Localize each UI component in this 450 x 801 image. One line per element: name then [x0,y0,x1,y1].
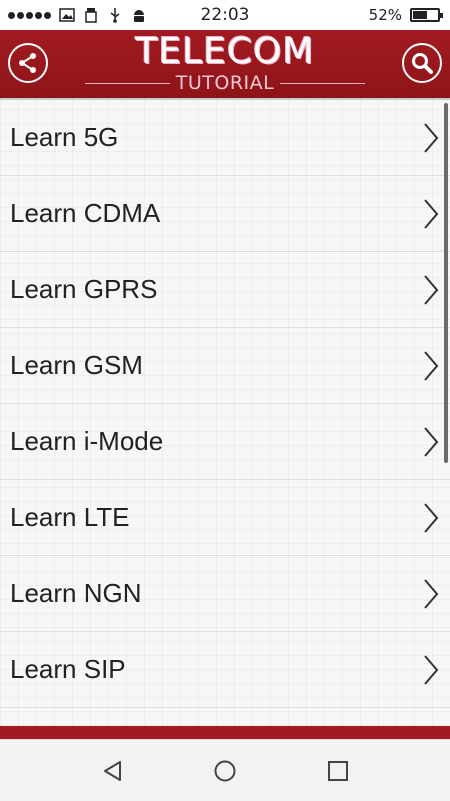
list-scrollbar[interactable] [444,103,448,463]
system-nav-bar [0,739,450,801]
back-icon [104,761,121,781]
list-item-gprs[interactable]: Learn GPRS [0,252,450,328]
list-item-gsm[interactable]: Learn GSM [0,328,450,404]
list-item-label: Learn SIP [10,654,126,684]
footer-band [0,726,450,739]
battery-percent: 52% [368,6,402,24]
share-button[interactable] [8,43,48,83]
list-item-sip[interactable]: Learn SIP [0,632,450,708]
list-item-label: Learn NGN [10,578,142,608]
list-item-label: Learn GPRS [10,274,158,304]
chevron-right-icon [424,579,439,609]
list-item-i-mode[interactable]: Learn i-Mode [0,404,450,480]
list-item-lte[interactable]: Learn LTE [0,480,450,556]
home-icon [214,760,236,782]
list-item-label: Learn CDMA [10,198,161,228]
app-header: TELECOM TUTORIAL [0,30,450,100]
home-button[interactable] [212,758,238,784]
logo-subtitle: TUTORIAL [175,72,275,94]
list-item-label: Learn i-Mode [10,426,164,456]
app-logo: TELECOM TUTORIAL [75,30,375,98]
logo-divider-right [280,83,365,84]
logo-subtitle-row: TUTORIAL [75,72,375,94]
recent-apps-button[interactable] [325,758,351,784]
battery-fill [413,11,427,19]
list-item-cdma[interactable]: Learn CDMA [0,176,450,252]
list-item-label: Learn GSM [10,350,143,380]
back-button[interactable] [100,758,126,784]
list-item-ngn[interactable]: Learn NGN [0,556,450,632]
recent-apps-icon [328,761,348,781]
search-button[interactable] [402,43,442,83]
chevron-right-icon [424,123,439,153]
chevron-right-icon [424,351,439,381]
status-icons-right: 52% [368,0,443,30]
chevron-right-icon [424,427,439,457]
chevron-right-icon [424,503,439,533]
chevron-right-icon [424,199,439,229]
logo-title: TELECOM [135,31,315,72]
search-icon [412,53,433,74]
list-item-label: Learn 5G [10,122,119,152]
chevron-right-icon [424,655,439,685]
status-bar: 22:03 52% [0,0,450,30]
list-item-5g[interactable]: Learn 5G [0,100,450,176]
chevron-right-icon [424,275,439,305]
topic-list: Learn 5G Learn CDMA Learn GPRS Learn GSM… [0,100,450,726]
battery-icon [410,8,443,22]
list-item-label: Learn LTE [10,502,130,532]
share-icon [19,53,36,73]
logo-divider-left [85,83,170,84]
